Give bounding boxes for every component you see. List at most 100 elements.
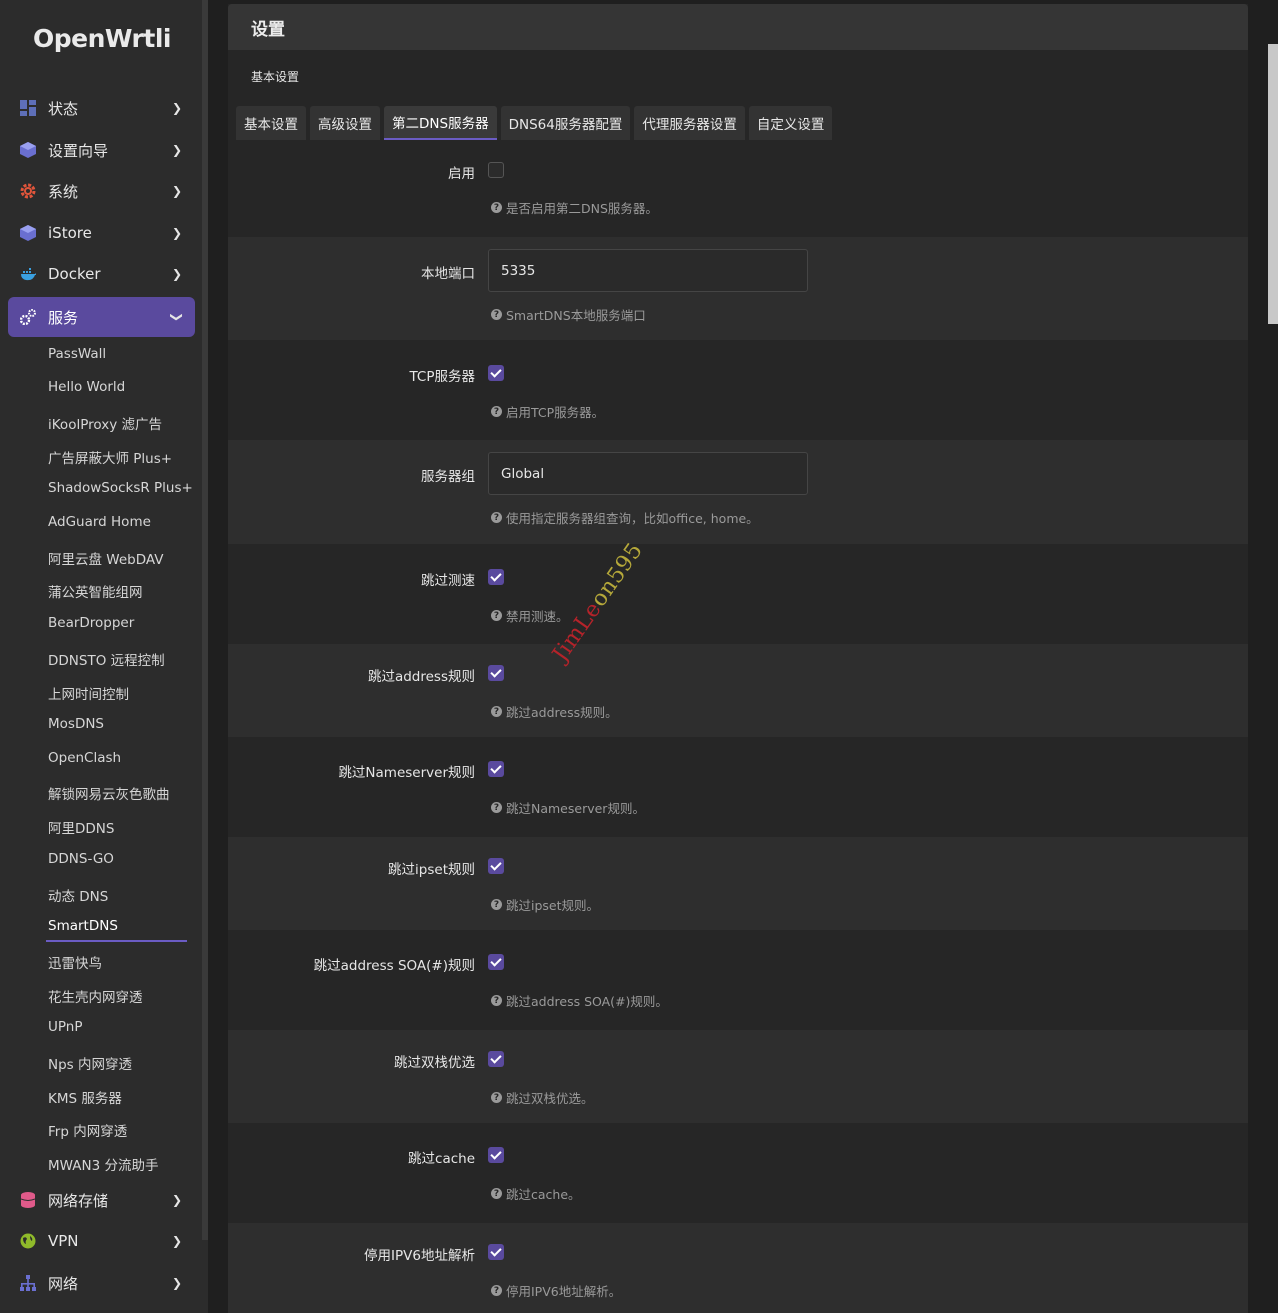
sidebar-item-ikoolproxy[interactable]: iKoolProxy 滤广告 xyxy=(48,413,162,433)
sidebar-item-unblock-music[interactable]: 解锁网易云灰色歌曲 xyxy=(48,783,170,803)
sidebar-item-upnp[interactable]: UPnP xyxy=(48,1019,82,1035)
disable-ipv6-checkbox[interactable] xyxy=(488,1244,504,1260)
tab-second-dns[interactable]: 第二DNS服务器 xyxy=(384,106,497,140)
menu-item-label: 网络 xyxy=(48,1274,79,1293)
sidebar-item-ssr-plus[interactable]: ShadowSocksR Plus+ xyxy=(48,480,193,496)
menu-item-label: 网络存储 xyxy=(48,1191,109,1210)
menu-item-label: 状态 xyxy=(48,99,79,118)
enable-checkbox[interactable] xyxy=(488,162,504,178)
sidebar-item-xunlei[interactable]: 迅雷快鸟 xyxy=(48,952,102,972)
help-icon: ? xyxy=(491,899,502,910)
skip-ipset-checkbox[interactable] xyxy=(488,858,504,874)
tab-proxy[interactable]: 代理服务器设置 xyxy=(634,106,745,140)
sidebar-item-pgyvpn[interactable]: 蒲公英智能组网 xyxy=(48,581,143,601)
sidebar-item-time-control[interactable]: 上网时间控制 xyxy=(48,683,129,703)
skip-address-checkbox[interactable] xyxy=(488,665,504,681)
field-server-group: 服务器组 Global ? 使用指定服务器组查询，比如office, home。 xyxy=(228,440,1248,544)
sidebar-item-adblock-plus[interactable]: 广告屏蔽大师 Plus+ xyxy=(48,447,172,467)
chevron-right-icon: ❯ xyxy=(171,143,183,157)
field-skip-cache: 跳过cache ? 跳过cache。 xyxy=(228,1123,1248,1223)
help-text: 跳过ipset规则。 xyxy=(506,898,600,913)
sidebar-item-passwall[interactable]: PassWall xyxy=(48,346,106,362)
page-scrollbar[interactable] xyxy=(1268,44,1278,324)
active-item-underline xyxy=(46,940,187,942)
sidebar-item-aliddns[interactable]: 阿里DDNS xyxy=(48,817,114,837)
sidebar-item-kms[interactable]: KMS 服务器 xyxy=(48,1087,122,1107)
help-text: 启用TCP服务器。 xyxy=(506,405,605,420)
field-skip-speed-test: 跳过测速 ? 禁用测速。 xyxy=(228,544,1248,644)
skip-soa-checkbox[interactable] xyxy=(488,954,504,970)
help-icon: ? xyxy=(491,512,502,523)
sidebar-item-nps[interactable]: Nps 内网穿透 xyxy=(48,1053,132,1073)
cube-icon xyxy=(20,142,36,158)
sidebar-item-aliyun-webdav[interactable]: 阿里云盘 WebDAV xyxy=(48,548,164,568)
skip-speed-test-checkbox[interactable] xyxy=(488,569,504,585)
tcp-server-checkbox[interactable] xyxy=(488,365,504,381)
tab-custom[interactable]: 自定义设置 xyxy=(748,106,833,140)
network-icon xyxy=(20,1275,36,1291)
app-logo: OpenWrtli xyxy=(33,24,171,53)
sidebar-item-oray[interactable]: 花生壳内网穿透 xyxy=(48,986,143,1006)
menu-item-vpn[interactable]: VPN ❯ xyxy=(8,1221,195,1261)
sidebar-item-ddnsto[interactable]: DDNSTO 远程控制 xyxy=(48,649,165,669)
sidebar-item-adguard-home[interactable]: AdGuard Home xyxy=(48,514,151,530)
menu-item-services[interactable]: 服务 ❯ xyxy=(8,297,195,337)
help-text: SmartDNS本地服务端口 xyxy=(506,308,646,323)
help-icon: ? xyxy=(491,309,502,320)
field-help: ? 跳过ipset规则。 xyxy=(491,895,599,914)
menu-item-istore[interactable]: iStore ❯ xyxy=(8,213,195,253)
sidebar: OpenWrtli 状态 ❯ 设置向导 ❯ 系统 ❯ iStore ❯ Dock… xyxy=(0,0,208,1313)
chevron-right-icon: ❯ xyxy=(171,1276,183,1290)
sidebar-item-openclash[interactable]: OpenClash xyxy=(48,750,121,766)
help-text: 跳过cache。 xyxy=(506,1187,581,1202)
field-local-port: 本地端口 5335 ? SmartDNS本地服务端口 xyxy=(228,237,1248,340)
help-icon: ? xyxy=(491,406,502,417)
cogs-icon xyxy=(20,309,36,325)
field-skip-nameserver: 跳过Nameserver规则 ? 跳过Nameserver规则。 xyxy=(228,737,1248,837)
sidebar-item-dynamic-dns[interactable]: 动态 DNS xyxy=(48,885,108,905)
field-help: ? 禁用测速。 xyxy=(491,606,569,625)
sidebar-item-smartdns[interactable]: SmartDNS xyxy=(48,918,118,934)
docker-icon xyxy=(20,266,36,282)
field-tcp-server: TCP服务器 ? 启用TCP服务器。 xyxy=(228,340,1248,440)
server-group-input[interactable]: Global xyxy=(488,452,808,495)
field-help: ? 跳过address规则。 xyxy=(491,702,618,721)
tab-dns64[interactable]: DNS64服务器配置 xyxy=(500,106,631,140)
local-port-input[interactable]: 5335 xyxy=(488,249,808,292)
field-help: ? 是否启用第二DNS服务器。 xyxy=(491,198,658,217)
menu-item-wizard[interactable]: 设置向导 ❯ xyxy=(8,130,195,170)
sidebar-item-beardropper[interactable]: BearDropper xyxy=(48,615,134,631)
field-label: 跳过address SOA(#)规则 xyxy=(313,958,475,974)
chevron-right-icon: ❯ xyxy=(171,1234,183,1248)
help-icon: ? xyxy=(491,202,502,213)
field-help: ? 停用IPV6地址解析。 xyxy=(491,1281,621,1300)
panel-header: 设置 xyxy=(228,4,1248,50)
skip-nameserver-checkbox[interactable] xyxy=(488,761,504,777)
sidebar-scrollbar[interactable] xyxy=(202,0,208,1240)
chevron-right-icon: ❯ xyxy=(171,101,183,115)
field-help: ? SmartDNS本地服务端口 xyxy=(491,305,646,324)
tab-advanced[interactable]: 高级设置 xyxy=(310,106,380,140)
help-text: 是否启用第二DNS服务器。 xyxy=(506,201,658,216)
field-skip-dualstack: 跳过双栈优选 ? 跳过双栈优选。 xyxy=(228,1030,1248,1123)
skip-cache-checkbox[interactable] xyxy=(488,1147,504,1163)
menu-item-status[interactable]: 状态 ❯ xyxy=(8,88,195,128)
help-icon: ? xyxy=(491,802,502,813)
menu-item-network[interactable]: 网络 ❯ xyxy=(8,1263,195,1303)
sidebar-item-frp[interactable]: Frp 内网穿透 xyxy=(48,1120,127,1140)
field-help: ? 跳过双栈优选。 xyxy=(491,1088,594,1107)
sidebar-item-mwan3[interactable]: MWAN3 分流助手 xyxy=(48,1154,158,1174)
field-label: 服务器组 xyxy=(421,469,475,485)
menu-item-storage[interactable]: 网络存储 ❯ xyxy=(8,1180,195,1220)
sidebar-item-mosdns[interactable]: MosDNS xyxy=(48,716,104,732)
menu-item-system[interactable]: 系统 ❯ xyxy=(8,171,195,211)
menu-item-docker[interactable]: Docker ❯ xyxy=(8,254,195,294)
help-icon: ? xyxy=(491,706,502,717)
help-icon: ? xyxy=(491,610,502,621)
sidebar-item-ddns-go[interactable]: DDNS-GO xyxy=(48,851,114,867)
field-skip-soa: 跳过address SOA(#)规则 ? 跳过address SOA(#)规则。 xyxy=(228,930,1248,1030)
tab-basic[interactable]: 基本设置 xyxy=(236,106,306,140)
help-text: 跳过address SOA(#)规则。 xyxy=(506,994,668,1009)
skip-dualstack-checkbox[interactable] xyxy=(488,1051,504,1067)
sidebar-item-hello-world[interactable]: Hello World xyxy=(48,379,125,395)
